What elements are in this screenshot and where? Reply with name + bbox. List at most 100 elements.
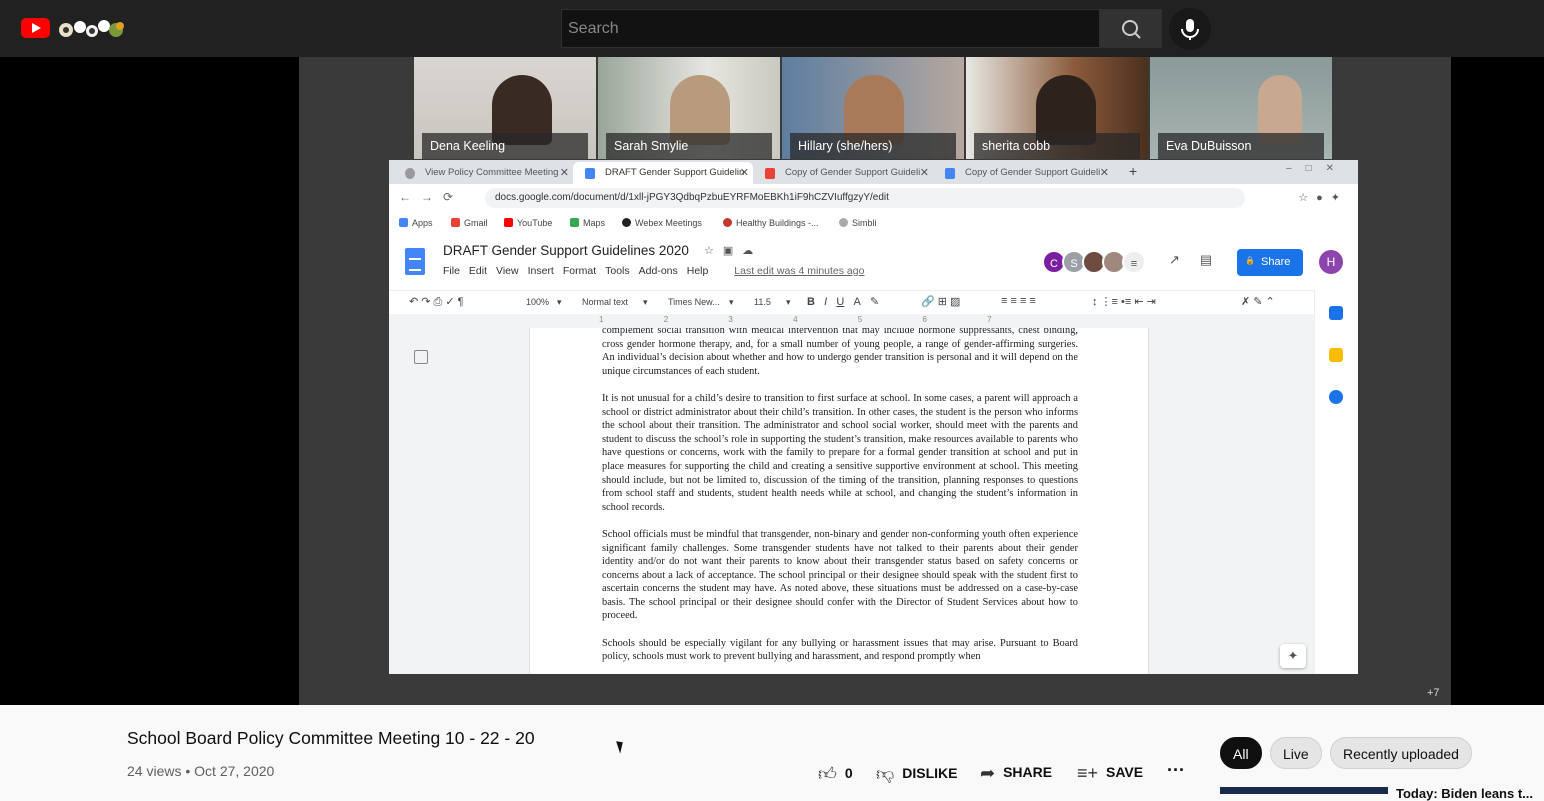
document-outline-icon[interactable] <box>414 350 428 364</box>
share-video-button[interactable]: ➦ SHARE <box>980 763 1052 784</box>
bookmark-webex[interactable]: Webex Meetings <box>622 218 702 228</box>
document-body[interactable]: complement social transition with medica… <box>602 328 1078 674</box>
address-bar: ←→⟳ docs.google.com/document/d/1xll-jPGY… <box>389 184 1358 212</box>
navigation-arrows-icon[interactable]: ←→⟳ <box>399 190 463 204</box>
bookmark-maps[interactable]: Maps <box>570 218 605 228</box>
alignment-icons[interactable]: ≡ ≡ ≡ ≡ <box>1001 295 1036 307</box>
webex-tab-icon <box>405 168 415 179</box>
close-tab-icon[interactable]: ✕ <box>740 166 749 179</box>
webex-icon <box>622 218 631 227</box>
list-indent-icons[interactable]: ↕ ⋮≡ •≡ ⇤ ⇥ <box>1092 295 1156 308</box>
chip-live[interactable]: Live <box>1270 737 1322 769</box>
bookmark-label: Maps <box>583 218 606 228</box>
style-select[interactable]: Normal text <box>582 297 628 307</box>
url-input[interactable]: docs.google.com/document/d/1xll-jPGY3Qdb… <box>485 188 1245 208</box>
bookmark-apps[interactable]: Apps <box>399 218 433 228</box>
menu-help[interactable]: Help <box>687 265 709 277</box>
more-collaborators-icon[interactable]: ≡ <box>1122 250 1146 274</box>
share-label: SHARE <box>1003 764 1053 780</box>
activity-comments-icons[interactable]: ↗▤ <box>1169 252 1232 268</box>
google-docs-icon[interactable] <box>405 248 425 275</box>
share-button[interactable]: Share <box>1237 249 1303 276</box>
search-button[interactable] <box>1100 9 1162 48</box>
font-size-select[interactable]: 11.5 <box>754 297 771 307</box>
ruler-mark: 6 <box>922 315 927 324</box>
video-frame[interactable]: Dena Keeling Sarah Smylie Hillary (she/h… <box>299 57 1451 705</box>
clear-format-pen-icons[interactable]: ✗ ✎ ⌃ <box>1241 295 1275 308</box>
star-move-cloud-icons[interactable]: ☆▣☁ <box>704 244 762 257</box>
doc-paragraph[interactable]: complement social transition with medica… <box>602 328 1078 378</box>
tasks-icon[interactable] <box>1329 390 1343 404</box>
calendar-icon[interactable] <box>1329 306 1343 320</box>
ruler-mark: 5 <box>857 315 863 324</box>
dislike-button[interactable]: 👎︎ DISLIKE <box>876 763 958 785</box>
like-button[interactable]: 👍︎ 0 <box>818 763 853 785</box>
browser-tab[interactable]: View Policy Committee Meeting ✕ <box>393 162 573 184</box>
dislike-label: DISLIKE <box>902 765 958 781</box>
document-page[interactable]: complement social transition with medica… <box>529 328 1149 674</box>
browser-tab[interactable]: Copy of Gender Support Guideli ✕ <box>753 162 933 184</box>
menu-addons[interactable]: Add-ons <box>639 265 678 277</box>
menu-format[interactable]: Format <box>563 265 596 277</box>
user-avatar[interactable]: H <box>1319 250 1343 274</box>
doc-paragraph[interactable]: School officials must be mindful that tr… <box>602 528 1078 623</box>
doodle-logo-icon[interactable] <box>56 17 128 41</box>
ruler[interactable]: 1 2 3 4 5 6 7 <box>389 314 1314 328</box>
search-input[interactable]: Search <box>561 9 1100 48</box>
browser-tab-active[interactable]: DRAFT Gender Support Guidelin ✕ <box>573 162 753 184</box>
participant-tile: Hillary (she/hers) <box>782 57 964 159</box>
menu-tools[interactable]: Tools <box>605 265 630 277</box>
keep-icon[interactable] <box>1329 348 1343 362</box>
participant-name: Sarah Smylie <box>606 133 772 159</box>
tab-label: View Policy Committee Meeting <box>425 167 559 178</box>
search-icon <box>1122 20 1141 39</box>
youtube-logo-icon[interactable] <box>21 18 50 38</box>
bookmark-gmail[interactable]: Gmail <box>451 218 488 228</box>
youtube-icon <box>504 218 513 227</box>
document-canvas[interactable]: complement social transition with medica… <box>389 328 1314 674</box>
last-edit-link[interactable]: Last edit was 4 minutes ago <box>734 265 864 277</box>
doc-paragraph[interactable]: Schools should be especially vigilant fo… <box>602 637 1078 664</box>
extension-icons[interactable]: ☆●✦ <box>1298 191 1348 204</box>
browser-tab-strip: View Policy Committee Meeting ✕ DRAFT Ge… <box>389 160 1358 184</box>
tab-label: Copy of Gender Support Guideli <box>965 167 1101 178</box>
close-tab-icon[interactable]: ✕ <box>1100 166 1109 179</box>
chevron-down-icon: ▾ <box>557 297 562 307</box>
zoom-select[interactable]: 100% <box>526 297 549 307</box>
participant-name: Hillary (she/hers) <box>790 133 956 159</box>
window-controls-icon[interactable]: –□✕ <box>1286 163 1348 174</box>
participant-tile: sherita cobb <box>966 57 1148 159</box>
link-comment-image-icons[interactable]: 🔗 ⊞ ▨ <box>921 295 960 308</box>
doc-paragraph[interactable]: It is not unusual for a child’s desire t… <box>602 392 1078 514</box>
bold-italic-underline-icons[interactable]: B I U A ✎ <box>807 295 879 308</box>
chip-recently-uploaded[interactable]: Recently uploaded <box>1330 737 1472 769</box>
video-player[interactable]: Dena Keeling Sarah Smylie Hillary (she/h… <box>0 57 1544 705</box>
more-actions-icon[interactable]: ··· <box>1167 760 1185 781</box>
bookmark-simbli[interactable]: Simbli <box>839 218 877 228</box>
menu-file[interactable]: File <box>443 265 460 277</box>
ruler-mark: 2 <box>663 315 669 324</box>
document-title[interactable]: DRAFT Gender Support Guidelines 2020 <box>443 243 689 258</box>
close-tab-icon[interactable]: ✕ <box>560 166 569 179</box>
bookmark-label: Apps <box>412 218 433 228</box>
font-select[interactable]: Times New... <box>668 297 720 307</box>
bookmark-youtube[interactable]: YouTube <box>504 218 552 228</box>
docs-header: DRAFT Gender Support Guidelines 2020 ☆▣☁… <box>389 234 1358 290</box>
masthead: Search <box>0 0 1544 57</box>
save-button[interactable]: ≡+ SAVE <box>1077 763 1143 784</box>
voice-search-button[interactable] <box>1169 8 1211 50</box>
browser-tab[interactable]: Copy of Gender Support Guideli ✕ <box>933 162 1113 184</box>
ruler-marks: 1 2 3 4 5 6 7 <box>599 315 992 324</box>
microphone-icon <box>1181 19 1199 40</box>
chip-all[interactable]: All <box>1220 737 1262 769</box>
bookmark-healthy-buildings[interactable]: Healthy Buildings -... <box>723 218 819 228</box>
bookmark-label: Simbli <box>852 218 877 228</box>
undo-redo-print-icons[interactable]: ↶ ↷ ⎙ ✓ ¶ <box>409 295 464 309</box>
menu-view[interactable]: View <box>496 265 519 277</box>
menu-insert[interactable]: Insert <box>528 265 554 277</box>
close-tab-icon[interactable]: ✕ <box>920 166 929 179</box>
explore-icon[interactable]: ✦ <box>1280 644 1306 668</box>
next-video-thumbnail[interactable] <box>1220 787 1388 794</box>
new-tab-icon[interactable]: + <box>1129 163 1137 179</box>
menu-edit[interactable]: Edit <box>469 265 487 277</box>
